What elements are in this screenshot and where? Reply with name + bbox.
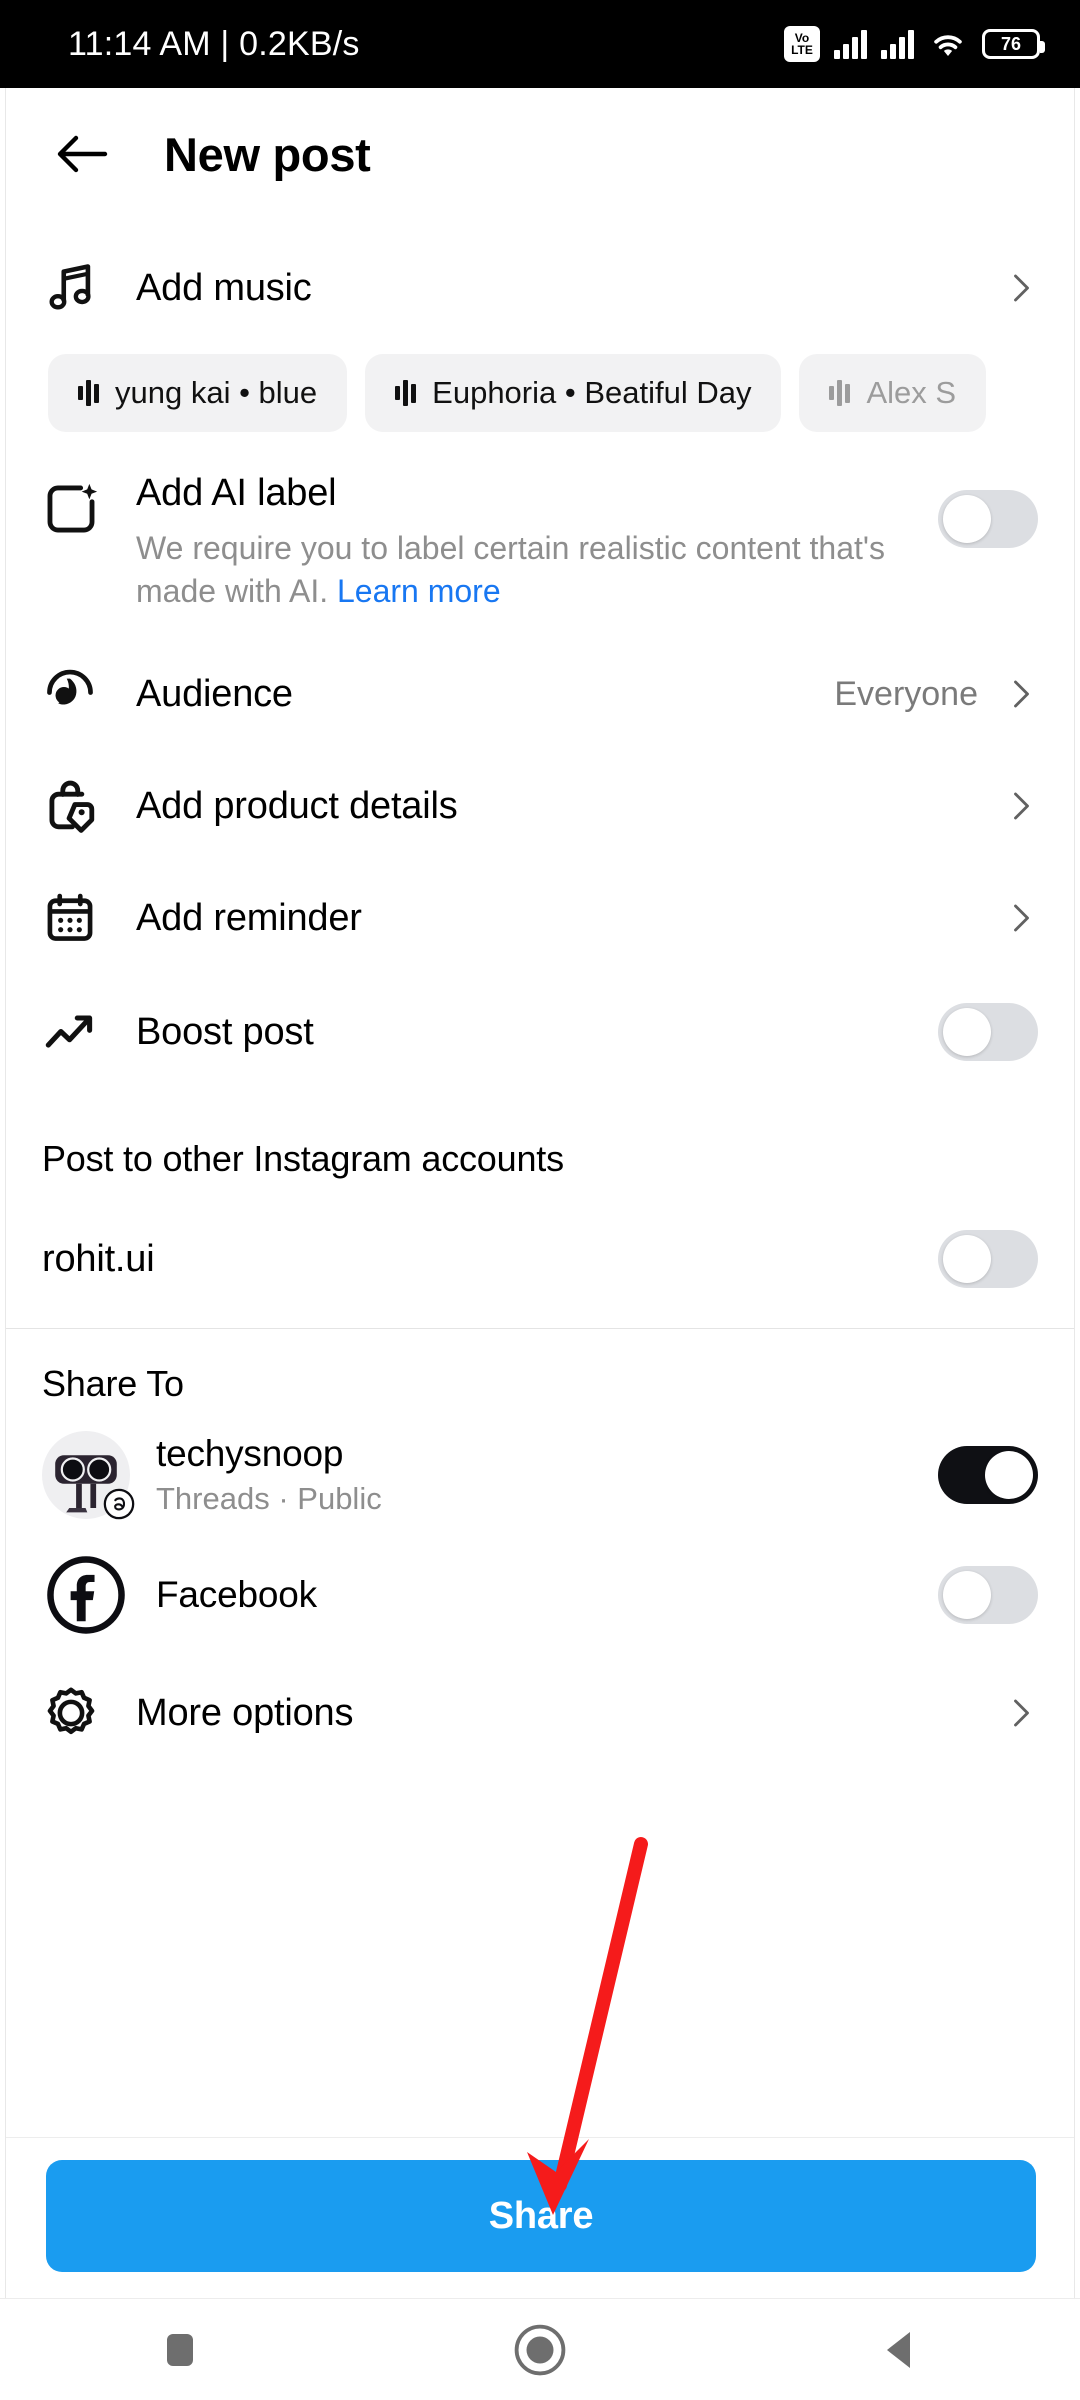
add-reminder-label: Add reminder <box>136 896 362 939</box>
share-button[interactable]: Share <box>46 2160 1036 2272</box>
share-to-account-name: techysnoop <box>156 1433 344 1475</box>
ai-label-text-block: Add AI label We require you to label cer… <box>136 472 938 612</box>
wifi-icon <box>928 28 968 60</box>
boost-post-row[interactable]: Boost post <box>6 974 1074 1090</box>
chevron-right-icon <box>1002 270 1038 306</box>
page-title: New post <box>164 127 371 181</box>
equalizer-icon <box>395 379 417 407</box>
threads-badge-icon <box>103 1488 135 1520</box>
signal-strength-sim1-icon <box>834 29 867 59</box>
share-bar: Share <box>6 2137 1074 2298</box>
add-product-details-row[interactable]: Add product details <box>6 750 1074 862</box>
share-to-text-block: techysnoop Threads · Public <box>156 1433 938 1517</box>
app-content: New post Add music yung kai • blue Eupho… <box>5 88 1075 2298</box>
toggle-knob <box>943 1571 991 1620</box>
equalizer-icon <box>78 379 99 407</box>
audience-icon <box>42 666 116 722</box>
back-arrow-icon <box>57 135 108 173</box>
add-ai-label-row[interactable]: Add AI label We require you to label cer… <box>6 432 1074 638</box>
music-chip-label: Euphoria • Beatiful Day <box>432 375 752 410</box>
music-chip[interactable]: Alex S <box>799 354 987 432</box>
volte-icon: Vo LTE <box>784 26 820 62</box>
app-header: New post <box>6 88 1074 220</box>
toggle-knob <box>943 495 991 543</box>
add-music-row[interactable]: Add music <box>6 228 1074 348</box>
music-note-icon <box>42 259 116 317</box>
battery-percent: 76 <box>1000 33 1022 54</box>
audience-row[interactable]: Audience Everyone <box>6 638 1074 750</box>
phone-screen: 11:14 AM | 0.2KB/s Vo LTE 76 New post Ad… <box>0 0 1080 2400</box>
ai-label-title: Add AI label <box>136 472 337 514</box>
threads-avatar <box>42 1431 135 1520</box>
music-chip-label: yung kai • blue <box>115 375 318 410</box>
ai-label-toggle-wrap <box>938 472 1038 548</box>
share-to-row-facebook[interactable]: Facebook <box>6 1535 1074 1655</box>
share-to-row-threads[interactable]: techysnoop Threads · Public <box>6 1415 1074 1535</box>
post-to-other-accounts-title: Post to other Instagram accounts <box>42 1138 564 1180</box>
chevron-right-icon <box>1002 676 1038 712</box>
status-time: 11:14 AM <box>68 24 211 63</box>
share-to-threads-toggle[interactable] <box>938 1446 1038 1505</box>
music-chip[interactable]: Euphoria • Beatiful Day <box>365 354 782 432</box>
audience-label: Audience <box>136 672 293 715</box>
triangle-back-icon <box>887 2331 910 2368</box>
boost-post-toggle[interactable] <box>938 1003 1038 1062</box>
status-network-speed: 0.2KB/s <box>239 24 360 63</box>
status-bar: 11:14 AM | 0.2KB/s Vo LTE 76 <box>0 0 1080 88</box>
facebook-icon <box>42 1551 130 1640</box>
other-account-name: rohit.ui <box>42 1237 155 1280</box>
circle-home-icon <box>514 2324 566 2375</box>
music-chip[interactable]: yung kai • blue <box>48 354 348 432</box>
gear-icon <box>42 1684 116 1742</box>
other-account-toggle[interactable] <box>938 1230 1038 1289</box>
more-options-row[interactable]: More options <box>6 1655 1074 1771</box>
ai-sparkle-frame-icon <box>42 472 116 543</box>
chevron-right-icon <box>1002 788 1038 824</box>
calendar-icon <box>42 890 116 946</box>
learn-more-link[interactable]: Learn more <box>337 573 501 609</box>
chevron-right-icon <box>1002 900 1038 936</box>
square-recents-icon <box>167 2333 193 2366</box>
music-chip-label: Alex S <box>866 375 957 410</box>
recents-button[interactable] <box>120 2320 240 2380</box>
home-button[interactable] <box>480 2320 600 2380</box>
toggle-knob <box>943 1235 991 1284</box>
more-options-label: More options <box>136 1691 354 1734</box>
share-to-text-block: Facebook <box>156 1574 938 1616</box>
add-product-details-label: Add product details <box>136 784 458 827</box>
share-to-title: Share To <box>42 1363 184 1405</box>
ai-label-description: We require you to label certain realisti… <box>136 527 920 612</box>
shopping-tag-icon <box>42 777 116 835</box>
ai-label-description-text: We require you to label certain realisti… <box>136 530 886 609</box>
toggle-knob <box>943 1008 991 1057</box>
toggle-knob <box>985 1451 1033 1500</box>
status-bar-left: 11:14 AM | 0.2KB/s <box>68 25 360 64</box>
add-reminder-row[interactable]: Add reminder <box>6 862 1074 974</box>
audience-value: Everyone <box>834 674 978 713</box>
other-account-row-rohit-ui[interactable]: rohit.ui <box>6 1190 1074 1306</box>
back-nav-button[interactable] <box>840 2320 960 2380</box>
chevron-right-icon <box>1002 1695 1038 1731</box>
signal-strength-sim2-icon <box>881 29 914 59</box>
back-button[interactable] <box>44 115 122 193</box>
boost-post-label: Boost post <box>136 1010 314 1053</box>
android-nav-bar <box>0 2298 1080 2400</box>
status-bar-right: Vo LTE 76 <box>784 26 1045 62</box>
ai-label-toggle[interactable] <box>938 490 1038 548</box>
battery-icon: 76 <box>982 29 1045 59</box>
add-music-label: Add music <box>136 266 312 309</box>
share-to-facebook-toggle[interactable] <box>938 1566 1038 1625</box>
status-separator: | <box>220 24 230 63</box>
volte-bottom-text: LTE <box>791 43 813 57</box>
music-suggestion-chips[interactable]: yung kai • blue Euphoria • Beatiful Day … <box>6 354 1074 432</box>
share-to-account-name: Facebook <box>156 1574 317 1616</box>
equalizer-icon <box>829 379 851 407</box>
share-to-account-subtitle: Threads · Public <box>156 1481 382 1517</box>
trending-up-icon <box>42 1003 116 1061</box>
